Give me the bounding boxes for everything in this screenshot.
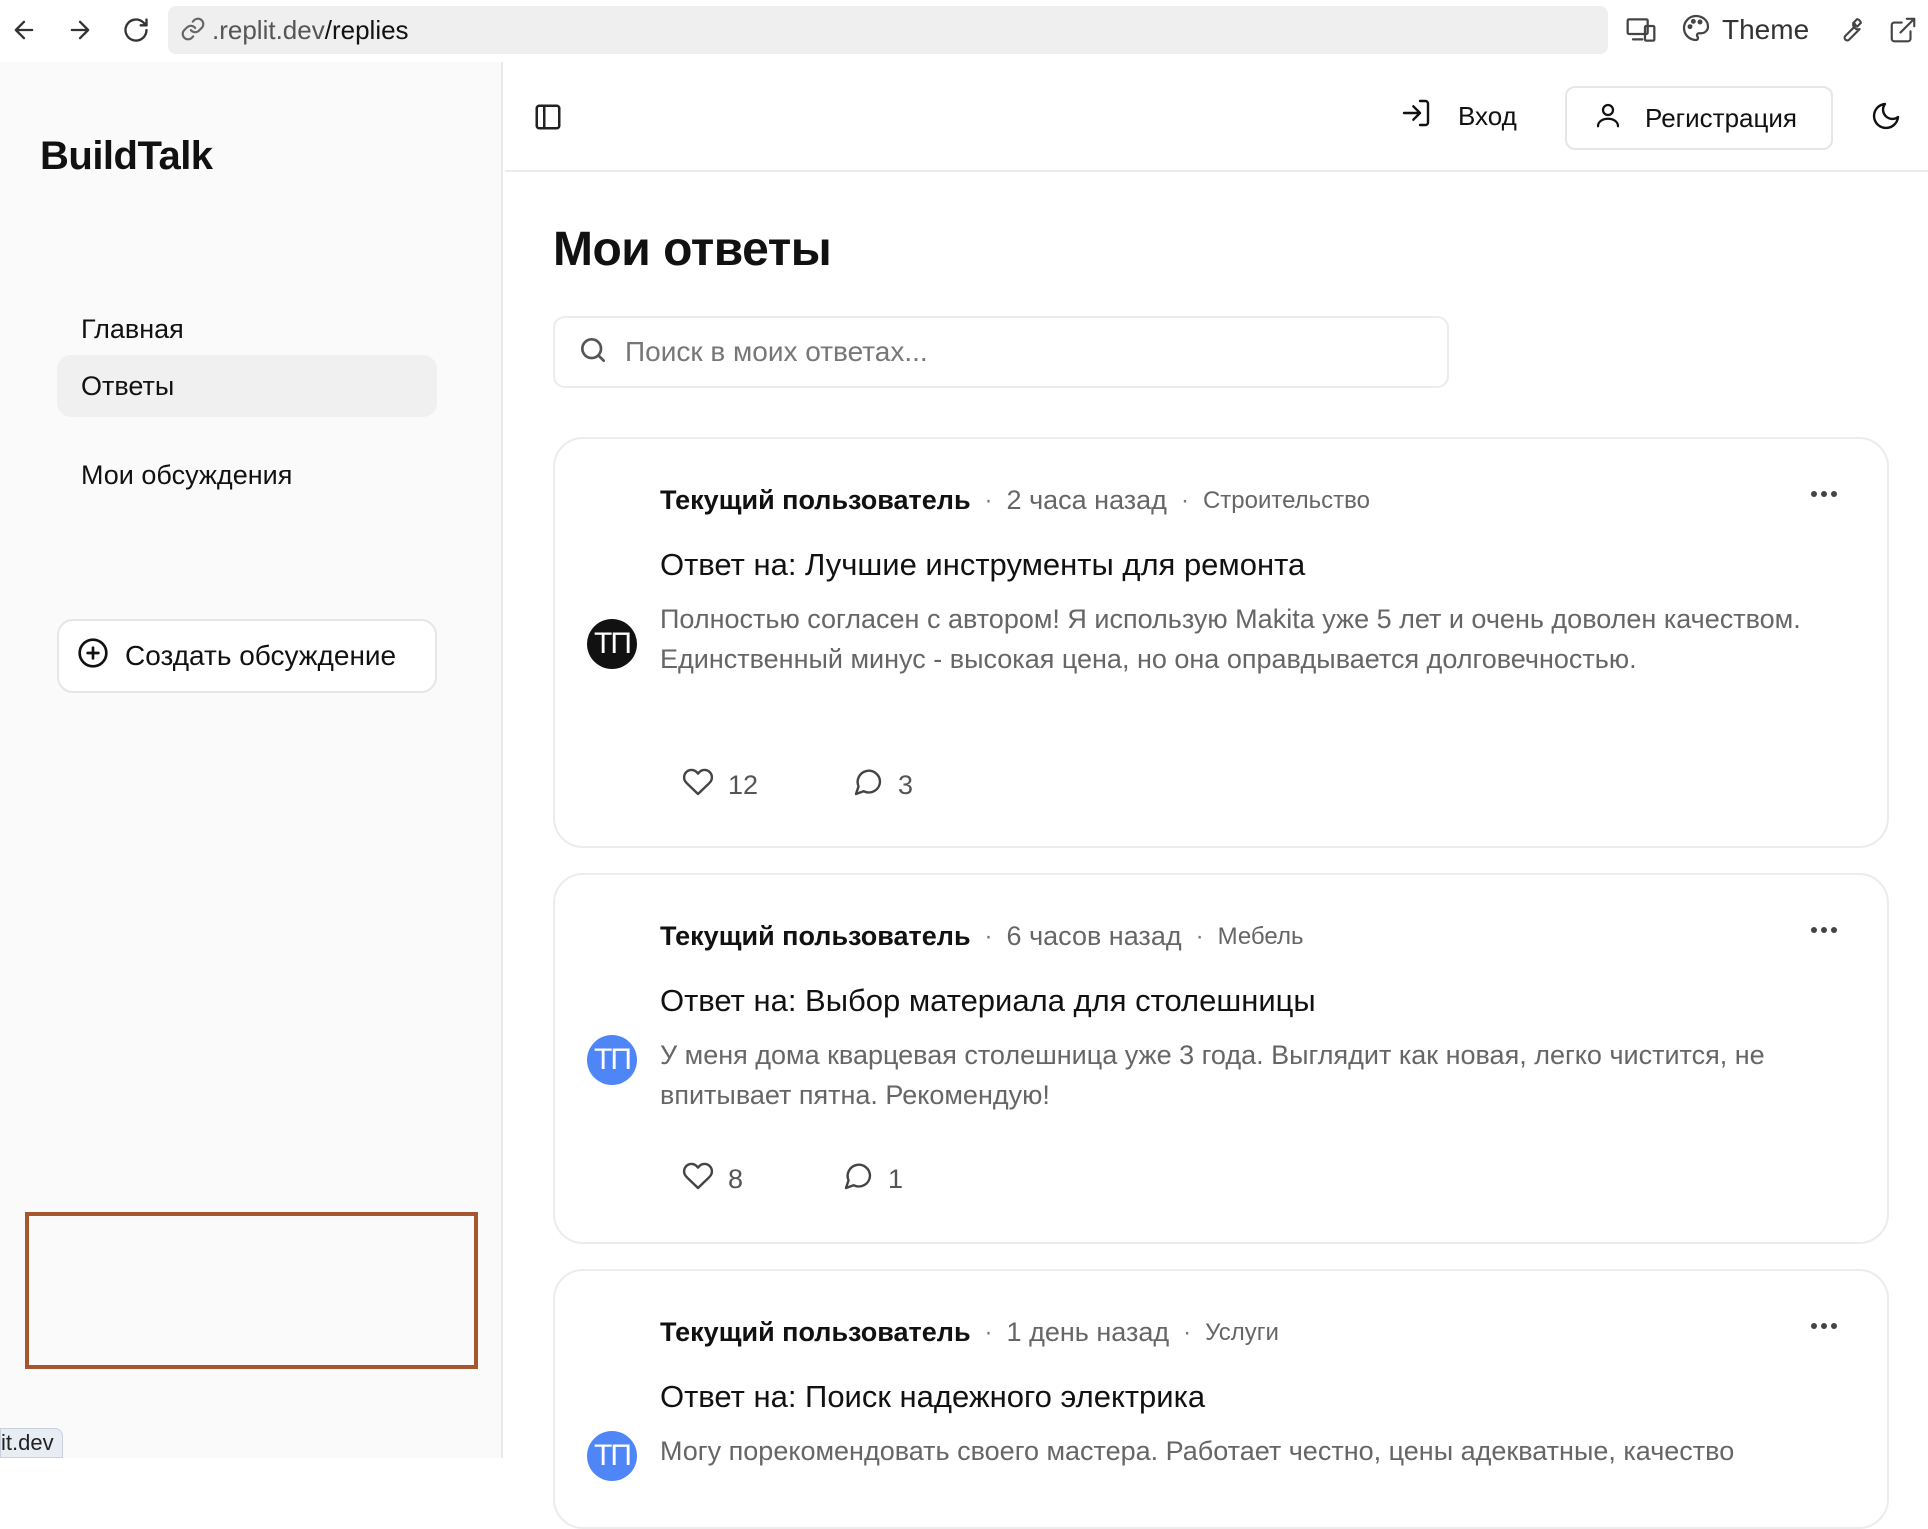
sidebar-item-label: Ответы xyxy=(81,370,175,401)
category-label[interactable]: Мебель xyxy=(1218,923,1304,951)
author-name[interactable]: Текущий пользователь xyxy=(660,921,971,952)
comment-count: 3 xyxy=(898,770,914,800)
heart-icon xyxy=(682,1160,728,1199)
like-count: 12 xyxy=(728,770,759,800)
brand-logo[interactable]: BuildTalk xyxy=(40,134,213,179)
back-arrow-icon[interactable] xyxy=(8,14,40,46)
avatar: ТП xyxy=(587,619,637,669)
login-icon xyxy=(1400,97,1458,136)
address-bar[interactable]: .replit.dev/replies xyxy=(168,6,1608,54)
devices-icon[interactable] xyxy=(1625,10,1657,50)
url-host: .replit.dev xyxy=(212,14,325,45)
more-icon[interactable] xyxy=(1809,923,1839,935)
browser-toolbar: .replit.dev/replies Theme xyxy=(0,0,1928,62)
comment-icon xyxy=(852,766,898,805)
search-icon xyxy=(577,334,609,371)
reply-card[interactable]: ТП Текущий пользователь · 1 день назад ·… xyxy=(553,1269,1889,1529)
register-label: Регистрация xyxy=(1645,102,1797,133)
reply-meta: Текущий пользователь · 6 часов назад · М… xyxy=(660,921,1303,952)
author-name[interactable]: Текущий пользователь xyxy=(660,1317,971,1348)
palette-icon xyxy=(1680,12,1712,49)
sidebar-item-label: Главная xyxy=(81,313,184,344)
sidebar-item-replies[interactable]: Ответы xyxy=(57,355,437,417)
separator: · xyxy=(984,922,993,950)
like-count: 8 xyxy=(728,1164,744,1194)
search-box xyxy=(553,316,1449,388)
separator: · xyxy=(984,1318,993,1346)
status-bar-url: it.dev xyxy=(0,1428,63,1458)
like-button[interactable]: 12 xyxy=(682,766,758,805)
comment-button[interactable]: 1 xyxy=(842,1160,903,1199)
comment-icon xyxy=(842,1160,888,1199)
login-label: Вход xyxy=(1458,100,1517,131)
category-label[interactable]: Услуги xyxy=(1205,1319,1279,1347)
highlight-box xyxy=(25,1212,478,1369)
reply-time: 1 день назад xyxy=(1006,1317,1170,1347)
plus-circle-icon xyxy=(77,637,125,676)
login-button[interactable]: Вход xyxy=(1400,84,1517,148)
reply-meta: Текущий пользователь · 2 часа назад · Ст… xyxy=(660,485,1370,516)
separator: · xyxy=(1195,922,1204,950)
reply-body: Могу порекомендовать своего мастера. Раб… xyxy=(660,1436,1735,1466)
moon-icon[interactable] xyxy=(1870,100,1906,136)
reply-body: Полностью согласен с автором! Я использу… xyxy=(660,604,1801,674)
create-discussion-button[interactable]: Создать обсуждение xyxy=(57,619,437,693)
reload-icon[interactable] xyxy=(120,14,152,46)
top-bar: Вход Регистрация xyxy=(505,62,1928,172)
avatar: ТП xyxy=(587,1035,637,1085)
page-title: Мои ответы xyxy=(553,223,832,276)
reply-card[interactable]: ТП Текущий пользователь · 6 часов назад … xyxy=(553,873,1889,1244)
sidebar-item-home[interactable]: Главная xyxy=(57,298,437,360)
sidebar-item-my-discussions[interactable]: Мои обсуждения xyxy=(57,444,437,506)
reply-title[interactable]: Ответ на: Поиск надежного электрика xyxy=(660,1379,1205,1415)
separator: · xyxy=(984,486,993,514)
sidebar-toggle-icon[interactable] xyxy=(533,102,565,134)
reply-body: У меня дома кварцевая столешница уже 3 г… xyxy=(660,1040,1765,1110)
avatar: ТП xyxy=(587,1431,637,1481)
external-link-icon[interactable] xyxy=(1888,10,1918,50)
theme-switcher[interactable]: Theme xyxy=(1680,10,1809,50)
sidebar-item-label: Мои обсуждения xyxy=(81,459,293,490)
url-path: /replies xyxy=(324,14,409,45)
more-icon[interactable] xyxy=(1809,1319,1839,1331)
user-icon xyxy=(1593,100,1645,137)
category-label[interactable]: Строительство xyxy=(1203,487,1370,515)
reply-time: 2 часа назад xyxy=(1006,485,1167,515)
reply-title[interactable]: Ответ на: Лучшие инструменты для ремонта xyxy=(660,547,1305,583)
comment-button[interactable]: 3 xyxy=(852,766,913,805)
comment-count: 1 xyxy=(888,1164,904,1194)
author-name[interactable]: Текущий пользователь xyxy=(660,485,971,516)
forward-arrow-icon[interactable] xyxy=(64,14,96,46)
theme-label: Theme xyxy=(1722,14,1810,45)
reply-title[interactable]: Ответ на: Выбор материала для столешницы xyxy=(660,983,1316,1019)
link-icon xyxy=(180,16,208,44)
register-button[interactable]: Регистрация xyxy=(1565,86,1833,150)
reply-meta: Текущий пользователь · 1 день назад · Ус… xyxy=(660,1317,1279,1348)
more-icon[interactable] xyxy=(1809,487,1839,499)
reply-card[interactable]: ТП Текущий пользователь · 2 часа назад ·… xyxy=(553,437,1889,848)
create-discussion-label: Создать обсуждение xyxy=(125,640,397,671)
like-button[interactable]: 8 xyxy=(682,1160,743,1199)
reply-time: 6 часов назад xyxy=(1006,921,1182,951)
wrench-icon[interactable] xyxy=(1835,10,1865,50)
heart-icon xyxy=(682,766,728,805)
separator: · xyxy=(1183,1318,1192,1346)
separator: · xyxy=(1180,486,1189,514)
search-input[interactable] xyxy=(625,336,1445,368)
